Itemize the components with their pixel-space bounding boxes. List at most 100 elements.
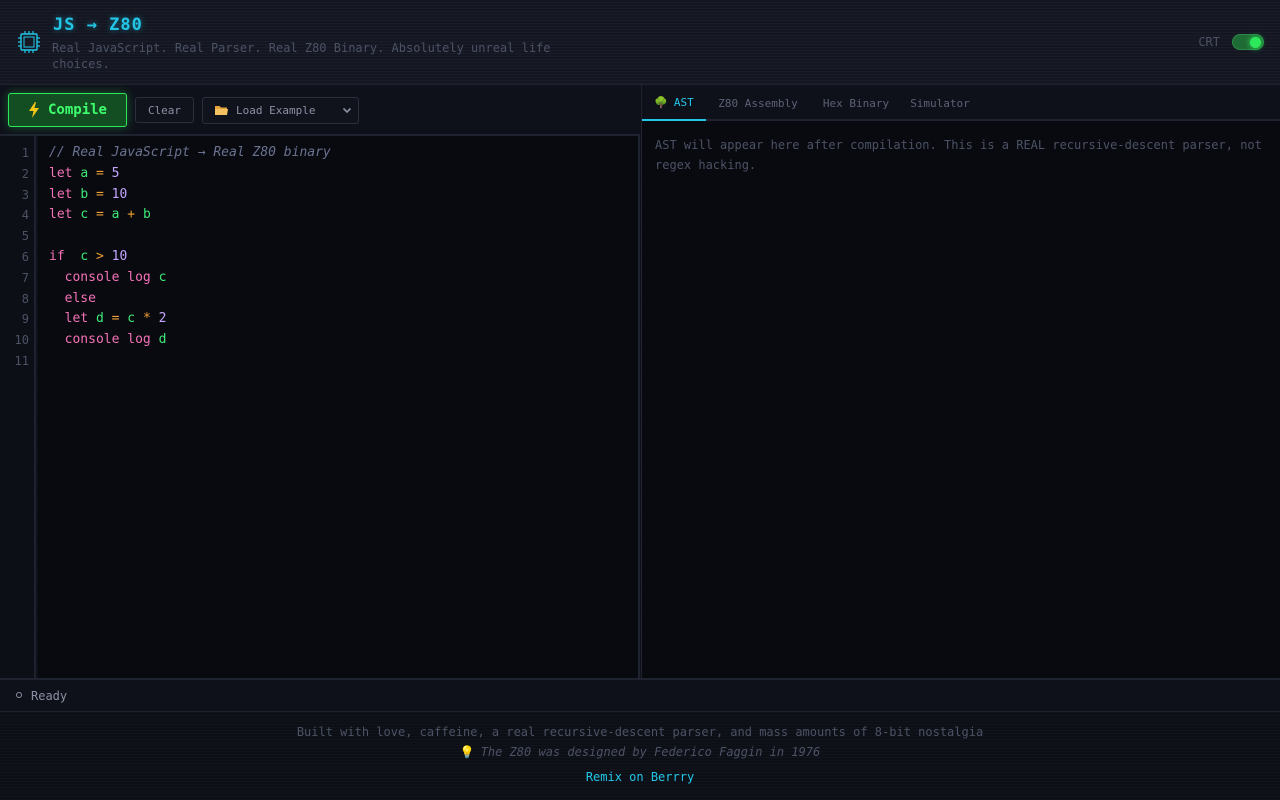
compile-button[interactable]: Compile	[8, 93, 127, 127]
lightning-icon	[28, 102, 39, 118]
chevron-down-icon	[342, 107, 352, 114]
code-line: let a = 5	[49, 166, 119, 181]
tab-label: AST	[673, 95, 694, 109]
editor-toolbar: Compile Clear Load Example	[0, 85, 640, 136]
chip-icon	[18, 31, 40, 53]
code-token: console	[64, 332, 120, 348]
line-number: 2	[21, 166, 29, 181]
status-text: Ready	[31, 689, 68, 703]
line-number: 1	[21, 146, 29, 160]
code-token: let	[49, 186, 73, 202]
line-number: 8	[21, 291, 29, 306]
code-line: let d = c * 2	[49, 311, 167, 327]
code-token: console	[64, 269, 120, 285]
app-header: JS → Z80 Real JavaScript. Real Parser. R…	[0, 0, 1280, 85]
toggle-knob	[1250, 37, 1261, 48]
code-line: let c = a + b	[49, 207, 151, 222]
code-token: let	[64, 311, 89, 327]
editor-pane: Compile Clear Load Example 1 2 3 4 5 6 7 8 9 10 11…	[0, 85, 640, 678]
code-line: else	[49, 291, 96, 306]
line-number: 6	[21, 250, 29, 264]
app-title: JS → Z80	[53, 15, 143, 35]
tab-label: Z80 Assembly	[718, 96, 798, 110]
code-token: c	[80, 249, 89, 264]
tree-icon: 🌳	[654, 95, 668, 109]
clear-button[interactable]: Clear	[135, 97, 194, 123]
code-token: 2	[158, 311, 167, 327]
code-token: +	[127, 207, 136, 223]
remix-link[interactable]: Remix on Berrry	[0, 770, 1280, 784]
code-token: c	[80, 207, 89, 223]
code-token: if	[49, 249, 65, 264]
code-token: else	[64, 290, 96, 306]
code-line: console log c	[49, 269, 167, 285]
code-editor[interactable]: // Real JavaScript → Real Z80 binary let …	[38, 136, 638, 678]
code-token: let	[49, 207, 73, 223]
load-example-label: Load Example	[236, 104, 316, 117]
code-token: 5	[111, 165, 120, 181]
output-pane: 🌳 AST Z80 Assembly Hex Binary Simulator AST …	[641, 85, 1280, 678]
compile-label: Compile	[47, 102, 107, 118]
code-line: console log d	[49, 332, 167, 348]
code-token: =	[95, 186, 104, 202]
line-number: 10	[14, 333, 29, 348]
code-token: =	[95, 165, 104, 181]
line-number: 4	[21, 208, 29, 223]
status-indicator-icon	[16, 692, 22, 698]
code-token: =	[95, 207, 104, 223]
tab-hex-binary[interactable]: Hex Binary	[810, 85, 902, 121]
line-number: 3	[21, 187, 29, 202]
code-token: b	[142, 207, 151, 223]
line-number: 9	[21, 312, 29, 327]
output-tabs: 🌳 AST Z80 Assembly Hex Binary Simulator	[642, 85, 1280, 121]
tab-label: Simulator	[910, 96, 970, 110]
crt-toggle[interactable]	[1232, 34, 1264, 50]
load-example-select[interactable]: Load Example	[202, 97, 359, 124]
code-token: b	[80, 186, 89, 202]
status-bar: Ready	[0, 678, 1280, 712]
code-token: log	[127, 269, 151, 285]
code-token: let	[49, 165, 73, 181]
tab-z80-assembly[interactable]: Z80 Assembly	[708, 85, 808, 121]
folder-icon	[215, 106, 228, 115]
code-token: d	[95, 311, 104, 327]
lightbulb-icon: 💡	[459, 745, 475, 759]
code-token: // Real JavaScript → Real Z80 binary	[49, 145, 331, 160]
code-token: 10	[111, 249, 128, 264]
tab-label: Hex Binary	[822, 96, 890, 110]
tab-simulator[interactable]: Simulator	[900, 85, 980, 121]
app-tagline: Real JavaScript. Real Parser. Real Z80 B…	[52, 41, 551, 71]
code-token: d	[158, 332, 167, 348]
code-token: 10	[111, 186, 128, 202]
footer-fact-text: The Z80 was designed by Federico Faggin …	[480, 745, 821, 759]
line-number: 11	[14, 354, 29, 368]
code-token: c	[158, 269, 167, 285]
line-number: 5	[21, 229, 29, 244]
footer-fact: 💡 The Z80 was designed by Federico Faggin…	[0, 745, 1280, 759]
tab-ast[interactable]: 🌳 AST	[642, 85, 706, 121]
code-line: // Real JavaScript → Real Z80 binary	[49, 145, 331, 160]
ast-output: AST will appear here after compilation. …	[655, 138, 1262, 172]
code-token: a	[80, 165, 89, 181]
crt-label: CRT	[1198, 35, 1220, 49]
